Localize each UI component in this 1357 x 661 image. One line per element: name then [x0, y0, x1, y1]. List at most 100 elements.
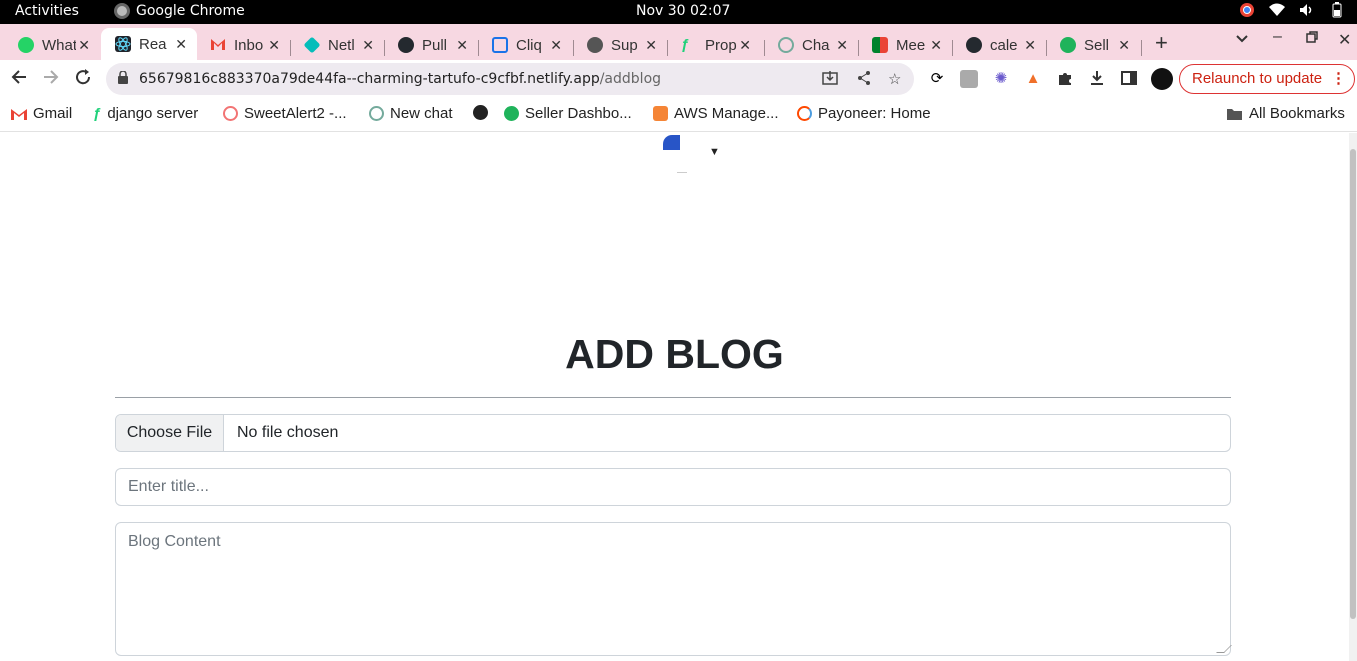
relaunch-button[interactable]: Relaunch to update ⋮ [1179, 64, 1355, 94]
site-logo[interactable] [663, 135, 687, 173]
extension-icon[interactable] [960, 70, 978, 88]
tab-search-button[interactable] [1235, 31, 1249, 49]
close-icon[interactable]: ✕ [456, 37, 468, 54]
whatsapp-icon [18, 37, 34, 53]
fox-extension-icon[interactable]: ▲ [1024, 70, 1042, 88]
title-input[interactable]: Enter title... [115, 468, 1231, 506]
chatgpt-icon [369, 106, 384, 121]
url-text[interactable]: 65679816c883370a79de44fa--charming-tartu… [139, 71, 661, 87]
tab-gmail[interactable]: Inbo ✕ [196, 30, 290, 60]
more-menu-icon[interactable]: ⋮ [1331, 65, 1346, 93]
dj-icon: ƒ [681, 36, 690, 53]
new-tab-button[interactable]: + [1155, 30, 1168, 56]
sparkle-extension-icon[interactable]: ✺ [992, 70, 1010, 88]
close-icon[interactable]: ✕ [836, 37, 848, 54]
lock-icon[interactable] [118, 70, 128, 84]
tab-title: Prop [705, 36, 737, 54]
system-tray[interactable] [1239, 2, 1345, 18]
tab-chatgpt[interactable]: Cha ✕ [764, 30, 858, 60]
file-status: No file chosen [237, 424, 339, 441]
back-arrow-icon[interactable] [8, 68, 30, 91]
aws-icon [653, 106, 668, 121]
gmail-icon [210, 37, 226, 53]
dj-icon: ƒ [93, 105, 102, 122]
tab-github-cale[interactable]: cale ✕ [952, 30, 1046, 60]
app-menu[interactable]: Google Chrome [114, 3, 245, 19]
bookmark-seller-dashboard[interactable]: Seller Dashbo... [504, 105, 632, 122]
chrome-icon [114, 3, 130, 19]
bookmark-globe[interactable] [473, 105, 488, 120]
tab-title: Netl [328, 36, 355, 54]
close-icon[interactable]: ✕ [550, 37, 562, 54]
seller-icon [504, 106, 519, 121]
site-nav[interactable]: ▼ [663, 135, 720, 173]
reload-icon[interactable] [72, 68, 94, 91]
close-icon[interactable]: ✕ [739, 37, 751, 54]
bookmark-payoneer[interactable]: Payoneer: Home [797, 105, 931, 122]
bookmark-gmail[interactable]: Gmail [11, 105, 72, 122]
tab-title: Rea [139, 35, 167, 53]
react-icon [115, 36, 131, 52]
relaunch-label: Relaunch to update [1192, 70, 1323, 87]
page-scrollbar[interactable] [1349, 133, 1357, 661]
bookmark-label: django server [107, 105, 199, 122]
sync-extension-icon[interactable]: ⟳ [928, 70, 946, 88]
resize-handle[interactable] [1216, 645, 1232, 653]
scrollbar-thumb[interactable] [1350, 149, 1356, 619]
close-icon[interactable]: ✕ [930, 37, 942, 54]
app-name: Google Chrome [136, 3, 245, 19]
bookmark-star-icon[interactable]: ☆ [888, 70, 901, 88]
share-icon[interactable] [856, 70, 872, 90]
content-textarea[interactable]: Blog Content [115, 522, 1232, 656]
tab-title: Cha [802, 36, 830, 54]
install-app-icon[interactable] [822, 70, 838, 90]
maximize-button[interactable] [1306, 30, 1318, 48]
close-icon[interactable]: ✕ [268, 37, 280, 54]
tab-strip: What ✕ Rea ✕ Inbo ✕ Netl ✕ Pull ✕ Cliq ✕… [0, 24, 1357, 60]
tab-seller[interactable]: Sell ✕ [1046, 30, 1140, 60]
tab-netlify[interactable]: Netl ✕ [290, 30, 384, 60]
choose-file-button[interactable]: Choose File [116, 415, 224, 451]
close-window-button[interactable]: ✕ [1338, 30, 1351, 50]
globe-icon [473, 105, 488, 120]
bookmark-sweetalert[interactable]: SweetAlert2 -... [223, 105, 347, 122]
tab-github-pull[interactable]: Pull ✕ [384, 30, 478, 60]
tab-title: Cliq [516, 36, 542, 54]
tab-whatsapp[interactable]: What ✕ [4, 30, 100, 60]
tab-cliq[interactable]: Cliq ✕ [478, 30, 572, 60]
minimize-button[interactable]: – [1273, 28, 1282, 46]
file-input[interactable]: Choose File No file chosen [115, 414, 1231, 452]
puzzle-icon[interactable] [1056, 70, 1074, 88]
close-icon[interactable]: ✕ [362, 37, 374, 54]
bookmark-label: AWS Manage... [674, 105, 779, 122]
side-panel-icon[interactable] [1120, 70, 1138, 88]
address-bar[interactable]: 65679816c883370a79de44fa--charming-tartu… [106, 63, 914, 95]
wifi-icon [1269, 2, 1285, 18]
clock[interactable]: Nov 30 02:07 [636, 3, 730, 19]
dropdown-caret-icon[interactable]: ▼ [709, 146, 720, 158]
tab-react[interactable]: Rea ✕ [101, 28, 197, 60]
tab-meet[interactable]: Mee ✕ [858, 30, 952, 60]
close-icon[interactable]: ✕ [1024, 37, 1036, 54]
tab-title: What [42, 36, 76, 54]
close-icon[interactable]: ✕ [175, 36, 187, 53]
tab-support[interactable]: Sup ✕ [573, 30, 667, 60]
system-top-bar: Activities Google Chrome Nov 30 02:07 [0, 0, 1357, 24]
close-icon[interactable]: ✕ [1118, 37, 1130, 54]
forward-arrow-icon[interactable] [40, 68, 62, 91]
all-bookmarks[interactable]: All Bookmarks [1226, 105, 1345, 122]
bookmarks-bar: Gmail ƒ django server SweetAlert2 -... N… [0, 98, 1357, 132]
tab-title: Pull [422, 36, 448, 54]
close-icon[interactable]: ✕ [645, 37, 657, 54]
download-icon[interactable] [1088, 70, 1106, 88]
bookmark-django[interactable]: ƒ django server [93, 105, 198, 122]
activities-button[interactable]: Activities [15, 3, 79, 19]
profile-avatar[interactable] [1151, 68, 1173, 90]
github-icon [398, 37, 414, 53]
meet-icon [872, 37, 888, 53]
close-icon[interactable]: ✕ [78, 37, 90, 54]
bookmark-aws[interactable]: AWS Manage... [653, 105, 779, 122]
volume-icon [1299, 2, 1315, 18]
tab-prop[interactable]: ƒ Prop ✕ [667, 30, 761, 60]
bookmark-new-chat[interactable]: New chat [369, 105, 453, 122]
